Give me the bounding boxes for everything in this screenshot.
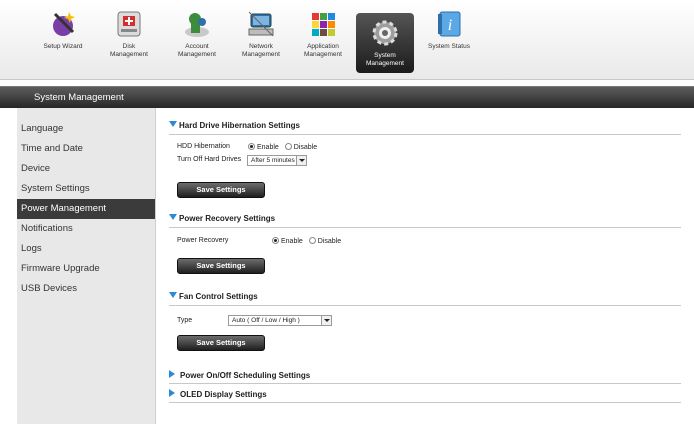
toolbar-label: Setup Wizard: [43, 43, 83, 50]
power-recovery-disable-option[interactable]: Disable: [308, 237, 341, 245]
radio-disable[interactable]: [308, 237, 316, 244]
radio-enable[interactable]: [248, 143, 255, 150]
oled-section-toggle[interactable]: OLED Display Settings: [169, 389, 267, 399]
sidebar-item-notifications[interactable]: Notifications: [17, 219, 155, 239]
power-recovery-label: Power Recovery: [177, 237, 229, 244]
toolbar-label: Application Management: [304, 43, 342, 58]
sidebar-item-power-management[interactable]: Power Management: [17, 199, 155, 219]
top-toolbar: Setup Wizard Disk Management Account Man…: [0, 0, 694, 80]
select-value: Auto ( Off / Low / High ): [232, 317, 300, 324]
hdd-hibernation-radio-group: Enable Disable: [248, 143, 321, 151]
divider: [169, 305, 681, 306]
toolbar-label: System Management: [366, 52, 404, 67]
svg-text:i: i: [448, 17, 452, 34]
network-icon: [248, 11, 274, 37]
wand-icon: [53, 12, 75, 36]
toolbar-system-status[interactable]: i System Status: [420, 8, 478, 74]
oled-title: OLED Display Settings: [180, 390, 267, 399]
power-recovery-radio-group: Enable Disable: [272, 237, 345, 245]
sidebar-item-firmware-upgrade[interactable]: Firmware Upgrade: [17, 259, 155, 279]
system-gear-icon: [372, 20, 398, 46]
sidebar-item-usb-devices[interactable]: USB Devices: [17, 279, 155, 299]
hibernation-save-button[interactable]: Save Settings: [177, 182, 265, 198]
fan-type-select[interactable]: Auto ( Off / Low / High ): [228, 315, 332, 326]
power-recovery-section-toggle[interactable]: Power Recovery Settings: [169, 214, 275, 223]
divider: [169, 134, 681, 135]
power-recovery-save-button[interactable]: Save Settings: [177, 258, 265, 274]
select-value: After 5 minutes: [251, 157, 295, 164]
fan-control-section-toggle[interactable]: Fan Control Settings: [169, 292, 258, 301]
info-icon: i: [438, 11, 461, 37]
fan-save-button[interactable]: Save Settings: [177, 335, 265, 351]
fan-type-label: Type: [177, 317, 193, 324]
section-header-bar: System Management: [0, 86, 694, 108]
toolbar-label: System Status: [428, 43, 470, 50]
toolbar-label: Account Management: [178, 43, 216, 58]
turn-off-hard-drives-label: Turn Off Hard Drives: [177, 156, 242, 163]
radio-disable[interactable]: [284, 143, 292, 150]
main-content: Hard Drive Hibernation Settings HDD Hibe…: [165, 108, 694, 424]
hdd-hibernation-disable-option[interactable]: Disable: [284, 143, 317, 151]
radio-enable[interactable]: [272, 237, 279, 244]
collapse-arrow-icon: [169, 214, 177, 220]
application-icon: [312, 13, 335, 36]
sidebar-item-device[interactable]: Device: [17, 159, 155, 179]
account-icon: [185, 13, 209, 37]
sidebar-item-language[interactable]: Language: [17, 119, 155, 139]
chevron-down-icon: [321, 316, 331, 325]
sidebar-item-logs[interactable]: Logs: [17, 239, 155, 259]
section-title: System Management: [34, 92, 124, 103]
power-schedule-section-toggle[interactable]: Power On/Off Scheduling Settings: [169, 370, 310, 380]
fan-control-title: Fan Control Settings: [179, 292, 258, 301]
sidebar: Language Time and Date Device System Set…: [17, 108, 156, 424]
expand-arrow-icon: [169, 389, 175, 397]
hdd-hibernation-enable-option[interactable]: Enable: [248, 143, 279, 151]
chevron-down-icon: [296, 156, 306, 165]
toolbar-disk-management[interactable]: Disk Management: [100, 8, 158, 74]
divider: [169, 402, 681, 403]
hdd-hibernation-label: HDD Hibernation: [177, 143, 230, 150]
toolbar-setup-wizard[interactable]: Setup Wizard: [34, 8, 92, 74]
power-recovery-enable-option[interactable]: Enable: [272, 237, 303, 245]
sidebar-item-time-and-date[interactable]: Time and Date: [17, 139, 155, 159]
power-recovery-title: Power Recovery Settings: [179, 214, 276, 223]
toolbar-label: Network Management: [242, 43, 280, 58]
power-schedule-title: Power On/Off Scheduling Settings: [180, 371, 311, 380]
toolbar-network-management[interactable]: Network Management: [232, 8, 290, 74]
toolbar-account-management[interactable]: Account Management: [168, 8, 226, 74]
sidebar-item-system-settings[interactable]: System Settings: [17, 179, 155, 199]
toolbar-label: Disk Management: [110, 43, 148, 58]
disk-icon: [117, 11, 141, 37]
divider: [169, 227, 681, 228]
expand-arrow-icon: [169, 370, 175, 378]
hibernation-section-toggle[interactable]: Hard Drive Hibernation Settings: [169, 121, 300, 130]
hibernation-title: Hard Drive Hibernation Settings: [179, 121, 300, 130]
collapse-arrow-icon: [169, 121, 177, 127]
toolbar-application-management[interactable]: Application Management: [294, 8, 352, 74]
divider: [169, 383, 681, 384]
collapse-arrow-icon: [169, 292, 177, 298]
turn-off-hard-drives-select[interactable]: After 5 minutes: [247, 155, 307, 166]
toolbar-system-management[interactable]: System Management: [356, 13, 414, 73]
